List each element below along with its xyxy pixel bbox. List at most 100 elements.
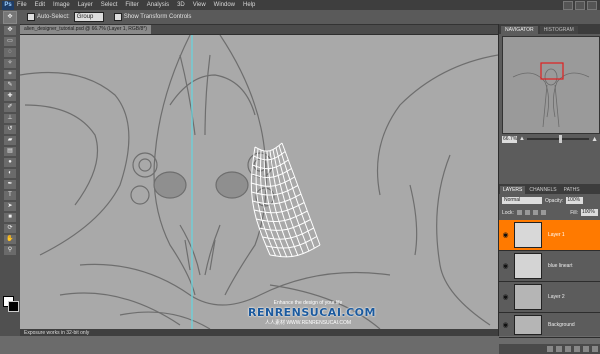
mesh-row-line — [254, 142, 283, 152]
minimize-button[interactable] — [563, 1, 573, 10]
tab-histogram[interactable]: HISTOGRAM — [539, 26, 578, 34]
layer-row[interactable]: ◉ blue lineart — [499, 251, 600, 282]
visibility-eye-icon[interactable]: ◉ — [501, 262, 510, 271]
site-watermark: Enhance the design of your life RENRENSU… — [248, 300, 375, 328]
menu-help[interactable]: Help — [243, 2, 255, 8]
layer-thumbnail — [514, 222, 542, 248]
layer-thumbnail — [514, 315, 542, 335]
shape-tool-icon[interactable]: ■ — [4, 213, 16, 222]
document-tab[interactable]: alien_designer_tutorial.psd @ 66.7% (Lay… — [20, 25, 151, 34]
mesh-column-line — [278, 145, 315, 249]
document-canvas[interactable] — [20, 35, 498, 329]
zoom-in-icon[interactable]: ▲ — [591, 136, 598, 143]
layer-style-icon[interactable] — [556, 346, 562, 352]
visibility-eye-icon[interactable]: ◉ — [501, 231, 510, 240]
layer-name[interactable]: Background — [548, 322, 575, 328]
type-tool-icon[interactable]: T — [4, 191, 16, 200]
layer-row[interactable]: ◉ Layer 1 — [499, 220, 600, 251]
brush-tool-icon[interactable]: ✐ — [4, 103, 16, 112]
healing-tool-icon[interactable]: ✚ — [4, 92, 16, 101]
tab-paths[interactable]: PATHS — [561, 186, 583, 194]
clone-stamp-tool-icon[interactable]: ⊥ — [4, 114, 16, 123]
crop-tool-icon[interactable]: ⌗ — [4, 70, 16, 79]
link-layers-icon[interactable] — [547, 346, 553, 352]
navigator-tabs: NAVIGATOR HISTOGRAM — [499, 24, 600, 34]
menu-image[interactable]: Image — [53, 2, 70, 8]
zoom-value[interactable]: 66.7% — [502, 135, 517, 143]
background-color-swatch[interactable] — [8, 301, 19, 312]
menu-window[interactable]: Window — [214, 2, 235, 8]
eraser-tool-icon[interactable]: ▰ — [4, 136, 16, 145]
menu-analysis[interactable]: Analysis — [147, 2, 169, 8]
layer-row[interactable]: ◉ Layer 2 — [499, 282, 600, 313]
dodge-tool-icon[interactable]: ◐ — [4, 169, 16, 178]
new-layer-icon[interactable] — [583, 346, 589, 352]
3d-rotate-tool-icon[interactable]: ⟳ — [4, 224, 16, 233]
lock-pixels-icon[interactable] — [524, 210, 530, 215]
zoom-slider-knob[interactable] — [559, 135, 563, 143]
marquee-tool-icon[interactable]: ▭ — [4, 37, 16, 46]
layer-name[interactable]: Layer 2 — [548, 294, 565, 300]
auto-select-dropdown[interactable]: Group — [73, 12, 104, 22]
maximize-button[interactable] — [575, 1, 585, 10]
layers-panel-tabs: LAYERS CHANNELS PATHS — [499, 184, 600, 194]
lock-transparency-icon[interactable] — [516, 210, 522, 215]
blend-mode-dropdown[interactable]: Normal — [502, 197, 542, 204]
menu-select[interactable]: Select — [101, 2, 118, 8]
layer-thumbnail — [514, 284, 542, 310]
options-bar: ✥ Auto-Select: Group Show Transform Cont… — [0, 10, 600, 25]
navigator-preview[interactable] — [502, 36, 600, 134]
alien-sketch-artwork — [20, 35, 498, 329]
auto-select-label: Auto-Select: — [37, 14, 70, 20]
menu-3d[interactable]: 3D — [177, 2, 185, 8]
menu-file[interactable]: File — [17, 2, 27, 8]
blur-tool-icon[interactable]: ● — [4, 158, 16, 167]
status-bar: Exposure works in 32-bit only — [20, 329, 498, 336]
move-tool-icon[interactable]: ✥ — [3, 10, 17, 24]
auto-select-checkbox[interactable] — [27, 13, 35, 21]
lasso-tool-icon[interactable]: ◌ — [4, 48, 16, 57]
layers-panel-footer — [499, 344, 600, 354]
gradient-tool-icon[interactable]: ▤ — [4, 147, 16, 156]
layer-row[interactable]: ◉ Background — [499, 313, 600, 338]
transform-controls-label: Show Transform Controls — [123, 14, 192, 20]
fill-field[interactable]: 100% — [581, 209, 598, 216]
zoom-tool-icon[interactable]: ⚲ — [4, 246, 16, 255]
menu-layer[interactable]: Layer — [78, 2, 93, 8]
menu-edit[interactable]: Edit — [35, 2, 45, 8]
menu-filter[interactable]: Filter — [125, 2, 138, 8]
tab-navigator[interactable]: NAVIGATOR — [501, 26, 538, 34]
magic-wand-tool-icon[interactable]: ✧ — [4, 59, 16, 68]
menu-view[interactable]: View — [193, 2, 206, 8]
opacity-field[interactable]: 100% — [566, 197, 584, 204]
pen-tool-icon[interactable]: ✒ — [4, 180, 16, 189]
document-tab-bar: alien_designer_tutorial.psd @ 66.7% (Lay… — [20, 25, 498, 35]
zoom-out-icon[interactable]: ▲ — [519, 136, 525, 142]
window-controls — [563, 1, 597, 10]
tab-channels[interactable]: CHANNELS — [526, 186, 559, 194]
menu-bar: Ps File Edit Image Layer Select Filter A… — [0, 0, 600, 10]
visibility-eye-icon[interactable]: ◉ — [501, 321, 510, 330]
photoshop-logo: Ps — [2, 0, 14, 10]
add-mask-icon[interactable] — [565, 346, 571, 352]
right-panel-dock: NAVIGATOR HISTOGRAM 66.7% ▲ ▲ LAYERS CHA… — [498, 24, 600, 354]
eyedropper-tool-icon[interactable]: ✎ — [4, 81, 16, 90]
close-button[interactable] — [587, 1, 597, 10]
warp-transform-mesh[interactable] — [250, 142, 321, 258]
history-brush-tool-icon[interactable]: ↺ — [4, 125, 16, 134]
lock-all-icon[interactable] — [540, 210, 546, 215]
move-tool-icon[interactable]: ✥ — [4, 26, 16, 35]
zoom-slider[interactable] — [526, 135, 590, 143]
opacity-label: Opacity: — [545, 197, 564, 204]
layer-name[interactable]: Layer 1 — [548, 232, 565, 238]
new-group-icon[interactable] — [574, 346, 580, 352]
trash-icon[interactable] — [592, 346, 598, 352]
tab-layers[interactable]: LAYERS — [500, 186, 526, 194]
hand-tool-icon[interactable]: ✋ — [4, 235, 16, 244]
lock-label: Lock: — [502, 209, 514, 216]
transform-controls-checkbox[interactable] — [113, 13, 122, 21]
lock-position-icon[interactable] — [532, 210, 538, 215]
layer-name[interactable]: blue lineart — [548, 263, 572, 269]
path-selection-tool-icon[interactable]: ➤ — [4, 202, 16, 211]
visibility-eye-icon[interactable]: ◉ — [501, 293, 510, 302]
